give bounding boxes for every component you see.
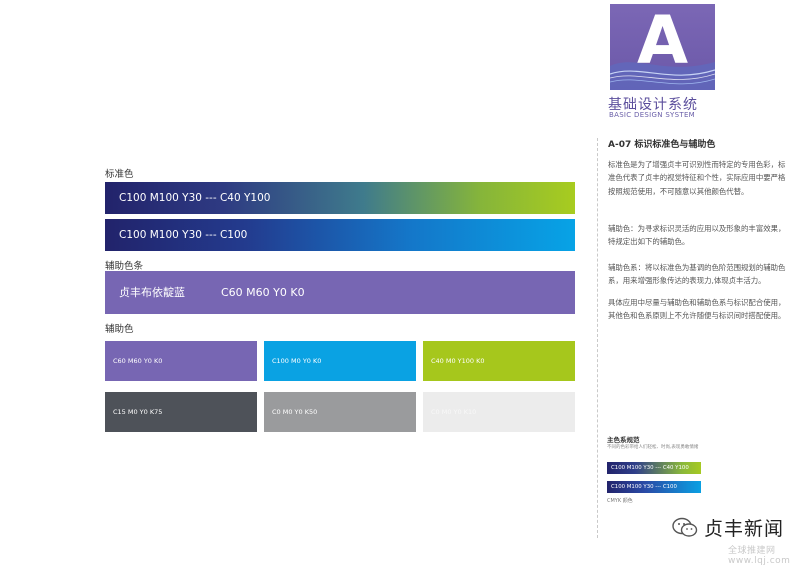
swatch-light-gray: C0 M0 Y0 K10 (423, 392, 575, 432)
logo-letter: A (636, 4, 689, 79)
watermark-text: 贞丰新闻 (704, 518, 785, 540)
gradient-bar-green: C100 M100 Y30 --- C40 Y100 (105, 182, 575, 214)
description-paragraph-2: 辅助色：为寻求标识灵活的应用以及形象的丰富效果，特规定出如下的辅助色。 (608, 224, 786, 247)
swatch-mid-gray: C0 M0 Y0 K50 (264, 392, 416, 432)
description-paragraph-1: 标准色是为了增强贞丰可识别性而特定的专用色彩，标准色代表了贞丰的视觉特征和个性，… (608, 160, 786, 196)
watermark: 贞丰新闻 (672, 514, 784, 541)
description-paragraph-4: 具体应用中尽量与辅助色和辅助色系与标识配合使用，其他色和色系原则上不允许随便与标… (608, 298, 786, 321)
swatch-purple: C60 M60 Y0 K0 (105, 341, 257, 381)
mini-gradient-bar-green: C100 M100 Y30 --- C40 Y100 (607, 462, 701, 474)
wechat-icon (672, 517, 698, 537)
swatch-green: C40 M0 Y100 K0 (423, 341, 575, 381)
aux-color-bar: 贞丰布依靛蓝 C60 M60 Y0 K0 (105, 271, 575, 314)
brand-subtitle: BASIC DESIGN SYSTEM (609, 111, 696, 119)
aux-bar-name: 贞丰布依靛蓝 (119, 286, 185, 299)
aux-bar-label: 辅助色条 (105, 261, 144, 272)
standard-color-label: 标准色 (105, 169, 134, 180)
swatch-dark-gray: C15 M0 Y0 K75 (105, 392, 257, 432)
mini-heading: 主色系规范 (607, 436, 640, 444)
mini-gradient-bar-blue: C100 M100 Y30 --- C100 (607, 481, 701, 493)
description-paragraph-3: 辅助色系：将以标准色为基调的色阶范围规划的辅助色系，用来增强形象传达的表现力,体… (608, 263, 786, 286)
section-heading: A-07 标识标准色与辅助色 (608, 140, 716, 150)
gradient-bar-blue: C100 M100 Y30 --- C100 (105, 219, 575, 251)
column-divider (597, 138, 598, 538)
swatch-cyan: C100 M0 Y0 K0 (264, 341, 416, 381)
aux-bar-code: C60 M60 Y0 K0 (221, 286, 305, 299)
mini-cmyk-label: CMYK 颜色 (607, 498, 633, 504)
watermark-url: 全球推建网 www.lqj.com (728, 546, 791, 566)
brand-logo: A (610, 4, 715, 90)
mini-note: 不同的色彩带给人们轻松、时尚,表现勇敢情绪 (607, 445, 699, 450)
aux-color-label: 辅助色 (105, 324, 134, 335)
